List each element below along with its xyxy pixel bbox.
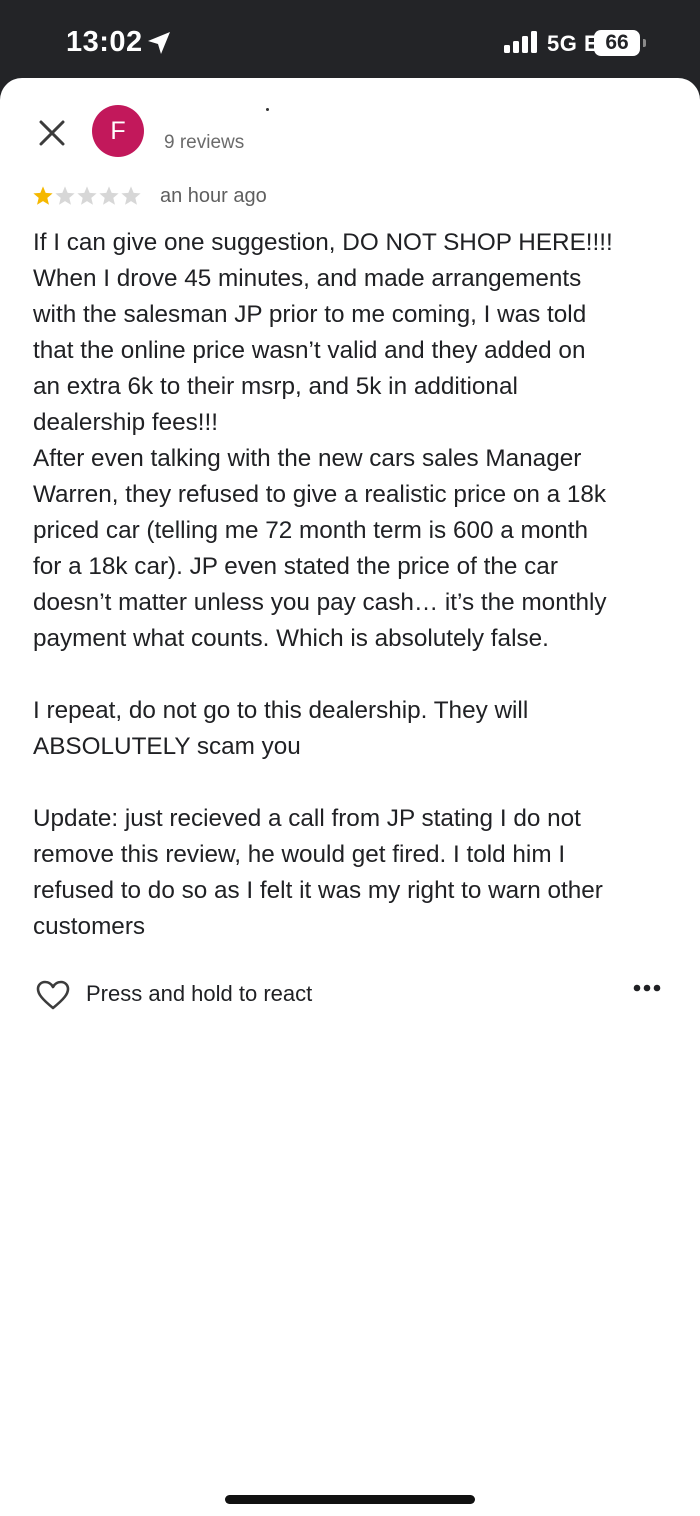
review-paragraph: If I can give one suggestion, DO NOT SHO… xyxy=(33,229,613,652)
review-paragraph: Update: just recieved a call from JP sta… xyxy=(33,805,603,940)
review-time: an hour ago xyxy=(160,185,267,207)
location-arrow-icon xyxy=(148,32,170,54)
react-label: Press and hold to react xyxy=(86,981,313,1006)
battery-level: 66 xyxy=(594,30,640,56)
status-time: 13:02 xyxy=(66,26,143,58)
signal-bars-icon xyxy=(504,31,537,53)
star-empty-icon xyxy=(77,186,97,205)
status-bar: 13:02 5G E 66 xyxy=(0,0,700,80)
reviewer-reviews-count: 9 reviews xyxy=(164,132,245,153)
star-empty-icon xyxy=(55,186,75,205)
star-empty-icon xyxy=(121,186,141,205)
decorative-dot xyxy=(266,108,269,111)
battery-cap xyxy=(643,39,646,47)
network-type: 5G E xyxy=(547,31,600,56)
review-paragraph: I repeat, do not go to this dealership. … xyxy=(33,697,529,760)
more-options-icon[interactable] xyxy=(633,984,661,992)
review-sheet: F 9 reviews an hour ago If I can give on… xyxy=(0,78,700,1516)
star-empty-icon xyxy=(99,186,119,205)
home-indicator[interactable] xyxy=(225,1495,475,1504)
avatar[interactable]: F xyxy=(92,105,144,157)
review-text: If I can give one suggestion, DO NOT SHO… xyxy=(33,225,673,945)
heart-icon[interactable] xyxy=(36,980,70,1010)
star-filled-icon xyxy=(33,186,53,205)
react-row[interactable]: Press and hold to react xyxy=(36,978,666,1012)
star-rating xyxy=(32,185,142,209)
close-icon[interactable] xyxy=(38,119,66,147)
